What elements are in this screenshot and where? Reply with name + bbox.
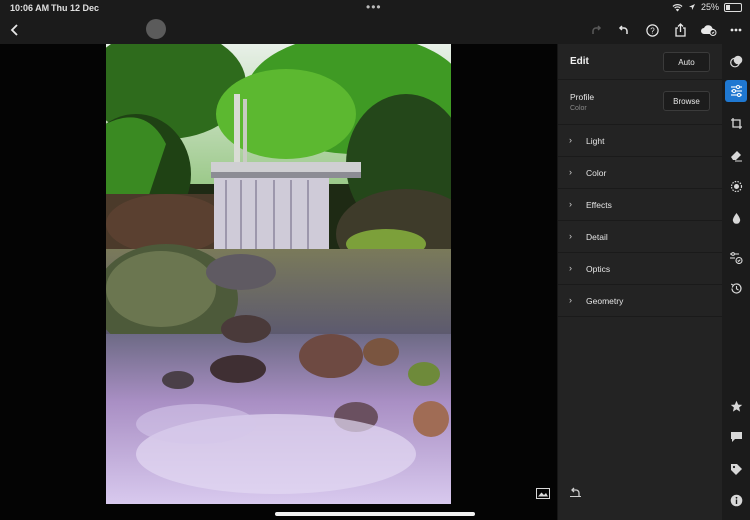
rail-comments[interactable] xyxy=(725,426,747,448)
compare-button[interactable] xyxy=(536,486,550,499)
back-button[interactable] xyxy=(5,20,25,40)
tool-rail xyxy=(722,44,750,520)
section-label: Light xyxy=(586,136,605,146)
photo-canvas[interactable] xyxy=(0,44,557,520)
chevron-right-icon: › xyxy=(569,295,572,305)
rail-keywords[interactable] xyxy=(725,458,747,480)
share-button[interactable] xyxy=(670,20,690,40)
presets-icon xyxy=(729,55,742,67)
status-time: 10:06 AM xyxy=(10,3,50,13)
blur-drop-icon xyxy=(732,212,740,224)
auto-button[interactable]: Auto xyxy=(663,52,710,72)
more-icon xyxy=(730,28,742,32)
section-light[interactable]: › Light xyxy=(558,125,723,157)
rail-edit[interactable] xyxy=(725,80,747,102)
rail-heal[interactable] xyxy=(725,144,747,166)
rail-info[interactable] xyxy=(725,489,747,511)
chevron-right-icon: › xyxy=(569,135,572,145)
top-toolbar: ? xyxy=(0,16,750,44)
crop-icon xyxy=(730,117,742,129)
star-icon xyxy=(730,400,742,412)
redo-button[interactable] xyxy=(586,20,606,40)
rail-rating[interactable] xyxy=(725,395,747,417)
chevron-right-icon: › xyxy=(569,263,572,273)
section-detail[interactable]: › Detail xyxy=(558,221,723,253)
edit-title: Edit xyxy=(570,56,589,67)
browse-button[interactable]: Browse xyxy=(663,91,710,111)
rail-crop[interactable] xyxy=(725,112,747,134)
section-color[interactable]: › Color xyxy=(558,157,723,189)
rail-masking[interactable] xyxy=(725,175,747,197)
before-after-icon xyxy=(536,488,550,499)
more-button[interactable] xyxy=(726,20,746,40)
undo-button[interactable] xyxy=(614,20,634,40)
svg-text:?: ? xyxy=(650,26,655,35)
reset-button[interactable] xyxy=(569,485,583,497)
section-label: Optics xyxy=(586,264,611,274)
edit-panel: Edit Auto Profile Color Browse › Light ›… xyxy=(557,44,723,520)
history-icon xyxy=(730,282,742,294)
wifi-icon xyxy=(672,3,683,11)
profile-value: Color xyxy=(570,105,587,112)
info-icon xyxy=(730,494,742,506)
section-label: Detail xyxy=(586,232,608,242)
section-label: Effects xyxy=(586,200,612,210)
location-icon xyxy=(688,4,695,10)
home-indicator[interactable] xyxy=(275,512,475,516)
chevron-right-icon: › xyxy=(569,199,572,209)
section-optics[interactable]: › Optics xyxy=(558,253,723,285)
section-geometry[interactable]: › Geometry xyxy=(558,285,723,317)
help-icon: ? xyxy=(645,23,659,37)
chevron-right-icon: › xyxy=(569,167,572,177)
photo-waterfall[interactable] xyxy=(106,44,451,504)
edit-sliders-icon xyxy=(730,85,742,97)
share-icon xyxy=(674,23,686,37)
edit-header: Edit Auto xyxy=(558,44,723,80)
battery-percent: 25% xyxy=(700,2,719,12)
status-bar: 10:06 AM Thu 12 Dec ••• 25% xyxy=(0,0,750,16)
chevron-right-icon: › xyxy=(569,231,572,241)
multitasking-dots-icon[interactable]: ••• xyxy=(366,0,382,14)
touch-indicator xyxy=(145,18,167,40)
reset-icon xyxy=(570,487,581,497)
section-label: Geometry xyxy=(586,296,624,306)
masking-icon xyxy=(730,180,742,192)
cloud-sync-button[interactable] xyxy=(698,20,718,40)
tag-icon xyxy=(730,463,742,475)
versions-icon xyxy=(730,251,743,264)
rail-versions[interactable] xyxy=(725,246,747,268)
cloud-sync-icon xyxy=(700,25,716,36)
status-right: 25% xyxy=(672,2,742,12)
rail-blur[interactable] xyxy=(725,207,747,229)
redo-icon xyxy=(592,24,602,34)
back-chevron-icon xyxy=(10,24,18,36)
help-button[interactable]: ? xyxy=(642,20,662,40)
battery-icon xyxy=(724,2,742,12)
eraser-icon xyxy=(730,150,742,161)
undo-icon xyxy=(618,24,628,34)
rail-history[interactable] xyxy=(725,277,747,299)
status-date: Thu 12 Dec xyxy=(51,3,100,13)
rail-presets[interactable] xyxy=(725,50,747,72)
comment-icon xyxy=(730,432,742,442)
section-label: Color xyxy=(586,168,607,178)
profile-row[interactable]: Profile Color Browse xyxy=(558,80,723,125)
section-effects[interactable]: › Effects xyxy=(558,189,723,221)
profile-label: Profile xyxy=(570,92,595,102)
photo-image xyxy=(106,44,451,504)
